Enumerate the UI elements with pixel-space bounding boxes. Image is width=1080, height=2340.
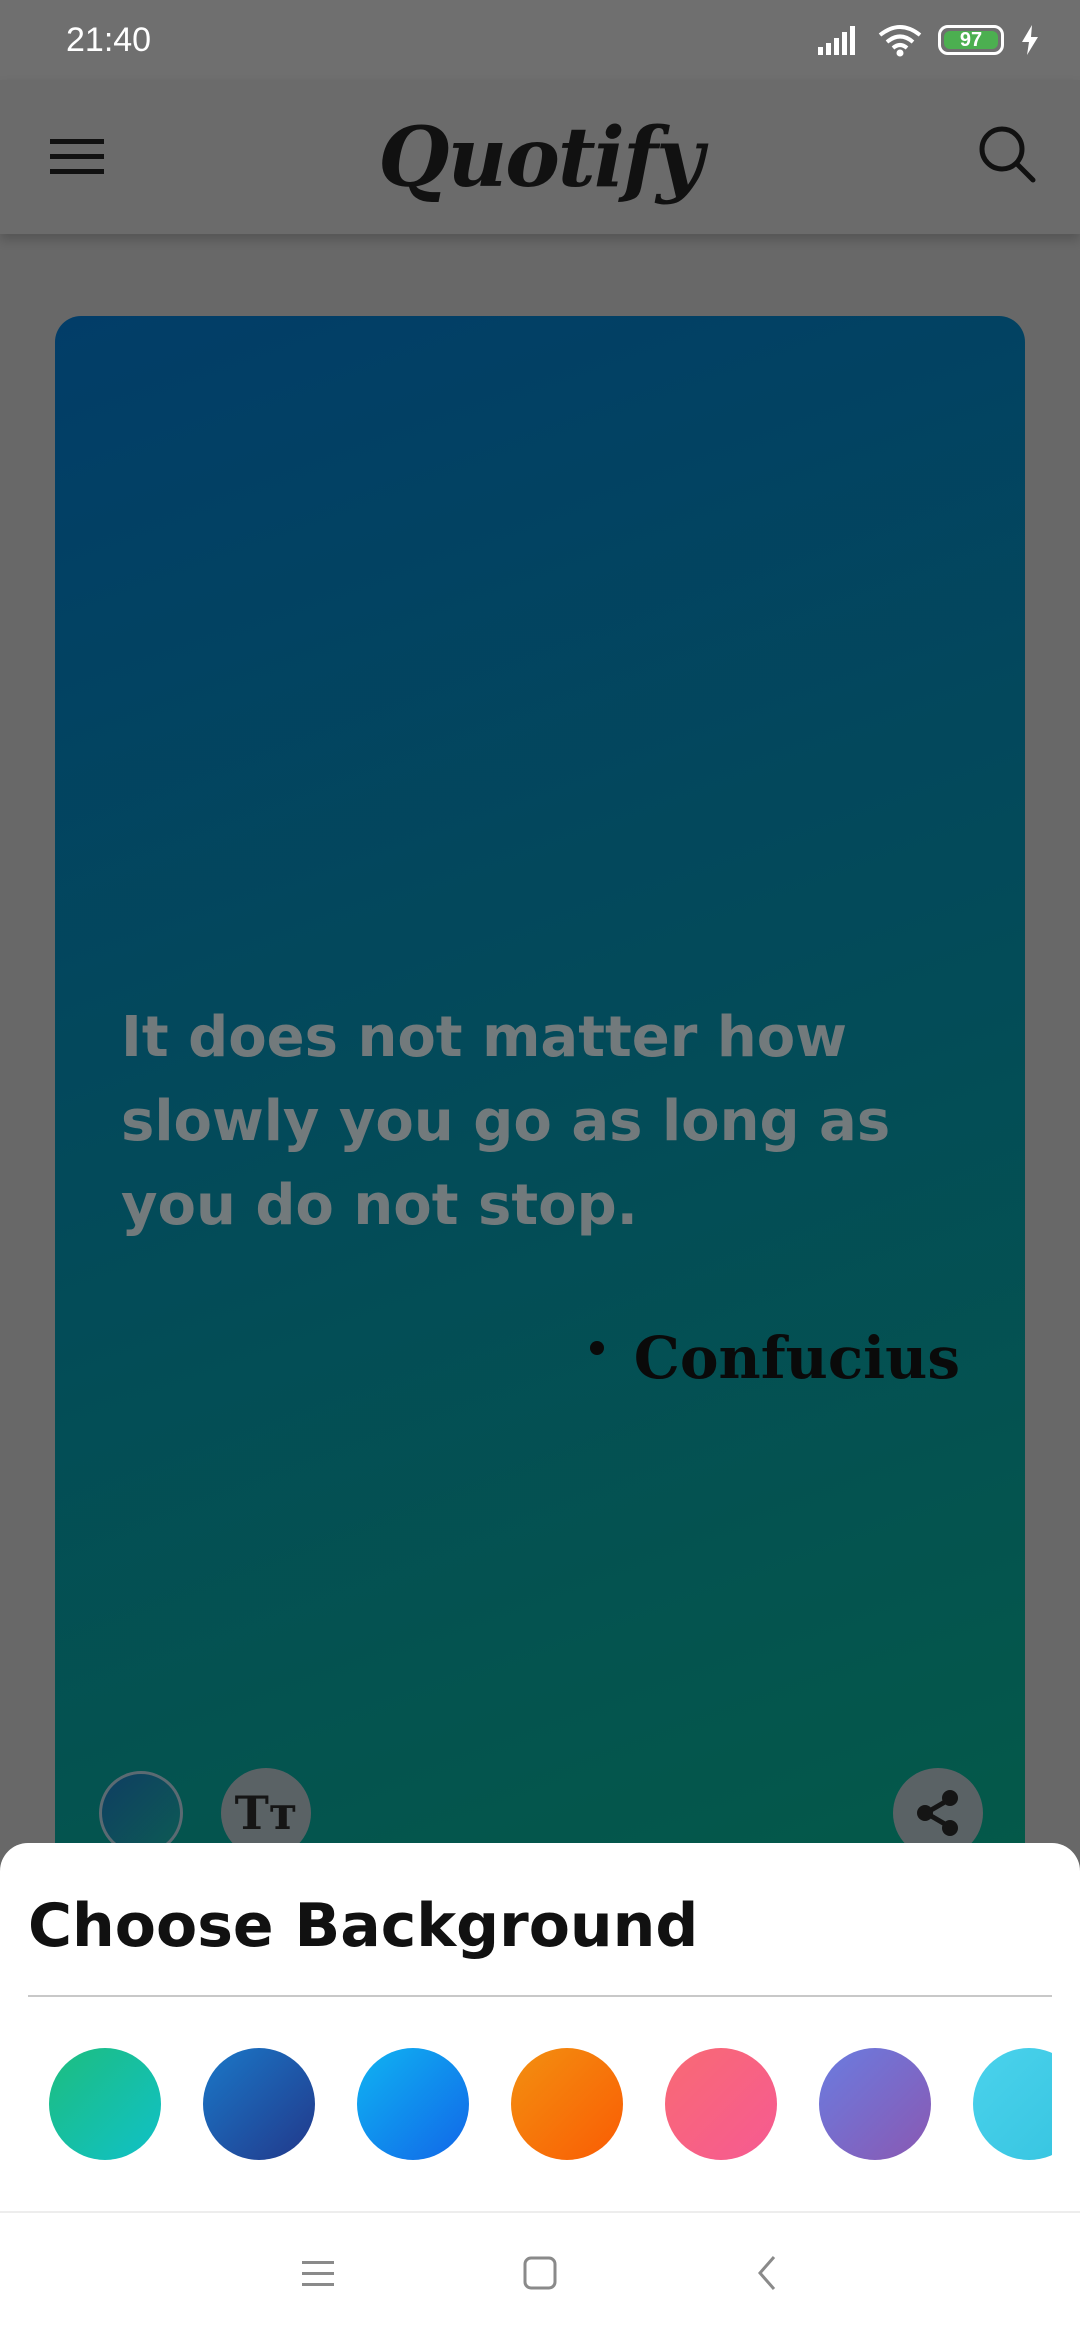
status-icons: 97 xyxy=(818,23,1040,57)
background-swatch-coral-pink[interactable] xyxy=(665,2048,777,2160)
charging-icon xyxy=(1022,25,1038,55)
signal-icon xyxy=(818,26,855,55)
back-icon xyxy=(758,2256,776,2290)
home-icon xyxy=(523,2256,557,2290)
background-swatch-orange[interactable] xyxy=(511,2048,623,2160)
quote-author: Confucius xyxy=(633,1324,960,1392)
recents-icon xyxy=(302,2261,334,2286)
quote-card: It does not matter how slowly you go as … xyxy=(55,316,1025,1916)
battery-icon: 97 xyxy=(938,25,1004,55)
quote-author-row: Confucius xyxy=(589,1324,960,1392)
font-style-icon: Tт xyxy=(234,1786,298,1840)
recents-button[interactable] xyxy=(298,2253,338,2293)
background-swatch-blue-navy[interactable] xyxy=(203,2048,315,2160)
choose-background-sheet: Choose Background xyxy=(0,1843,1080,2211)
wifi-icon xyxy=(878,25,922,57)
background-swatch-purple[interactable] xyxy=(819,2048,931,2160)
background-swatch-cyan[interactable] xyxy=(973,2048,1052,2160)
author-bullet xyxy=(589,1341,604,1355)
share-icon xyxy=(917,1790,958,1836)
system-nav-bar xyxy=(0,2213,1080,2340)
search-icon xyxy=(979,126,1036,183)
app-header: Quotify xyxy=(0,80,1080,234)
quote-text: It does not matter how slowly you go as … xyxy=(121,1005,891,1238)
home-button[interactable] xyxy=(520,2253,560,2293)
back-button[interactable] xyxy=(748,2253,788,2293)
battery-level: 97 xyxy=(959,28,983,51)
background-swatch-sky-blue[interactable] xyxy=(357,2048,469,2160)
sheet-title: Choose Background xyxy=(28,1891,699,1961)
status-bar: 21:40 97 xyxy=(0,0,1080,80)
search-button[interactable] xyxy=(975,122,1045,192)
app-logo: Quotify xyxy=(378,110,704,206)
swatch-row[interactable] xyxy=(0,2048,1052,2160)
background-swatch-green-teal[interactable] xyxy=(49,2048,161,2160)
status-time: 21:40 xyxy=(66,20,152,59)
sheet-divider xyxy=(28,1995,1052,1997)
